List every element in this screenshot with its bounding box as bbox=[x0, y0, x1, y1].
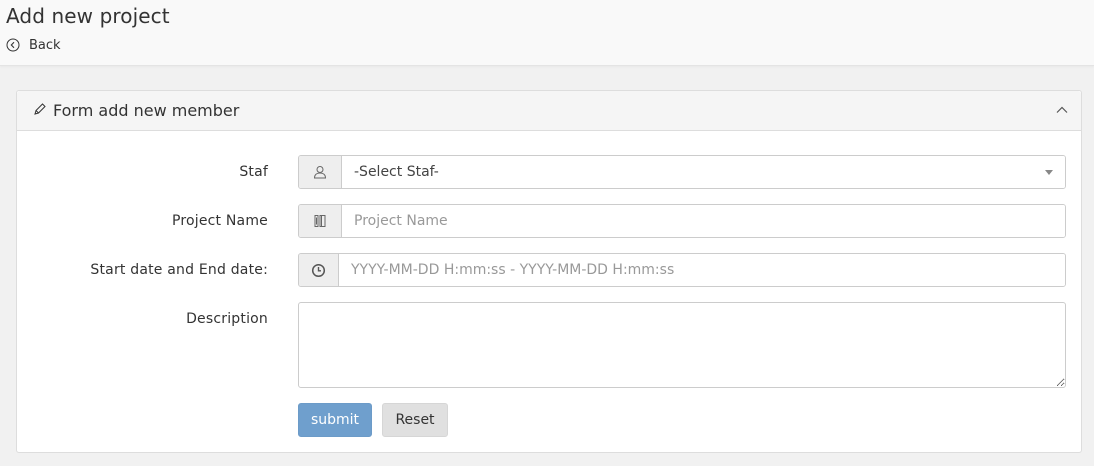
project-name-input[interactable] bbox=[342, 205, 1065, 237]
chevron-up-icon[interactable] bbox=[1055, 103, 1069, 117]
staf-label: Staf bbox=[239, 164, 268, 180]
circle-chevron-left-icon bbox=[6, 38, 20, 52]
date-range-label: Start date and End date: bbox=[90, 262, 268, 278]
caret-down-icon bbox=[1045, 169, 1053, 175]
page-header: Add new project Back bbox=[0, 0, 1094, 66]
clock-icon bbox=[299, 254, 339, 286]
pencil-icon bbox=[33, 102, 47, 116]
submit-button[interactable]: submit bbox=[298, 403, 372, 437]
date-range-input[interactable] bbox=[339, 254, 1065, 286]
back-link[interactable]: Back bbox=[6, 37, 61, 53]
project-name-label: Project Name bbox=[171, 213, 268, 229]
page-title: Add new project bbox=[6, 4, 170, 28]
notebook-icon bbox=[299, 205, 342, 237]
panel-title: Form add new member bbox=[53, 101, 240, 120]
form-panel: Form add new member Staf Project Name St… bbox=[16, 90, 1082, 453]
panel-heading: Form add new member bbox=[17, 91, 1081, 131]
label-column: Staf Project Name Start date and End dat… bbox=[17, 131, 268, 431]
user-icon bbox=[299, 156, 342, 188]
date-range-field bbox=[298, 253, 1066, 287]
reset-button[interactable]: Reset bbox=[382, 403, 448, 437]
description-textarea[interactable] bbox=[298, 302, 1066, 388]
project-name-field bbox=[298, 204, 1066, 238]
staf-field: -Select Staf- bbox=[298, 155, 1066, 189]
description-label: Description bbox=[186, 311, 268, 327]
back-label: Back bbox=[29, 37, 61, 53]
staf-select-value: -Select Staf- bbox=[354, 164, 439, 180]
staf-select[interactable]: -Select Staf- bbox=[342, 156, 1065, 188]
